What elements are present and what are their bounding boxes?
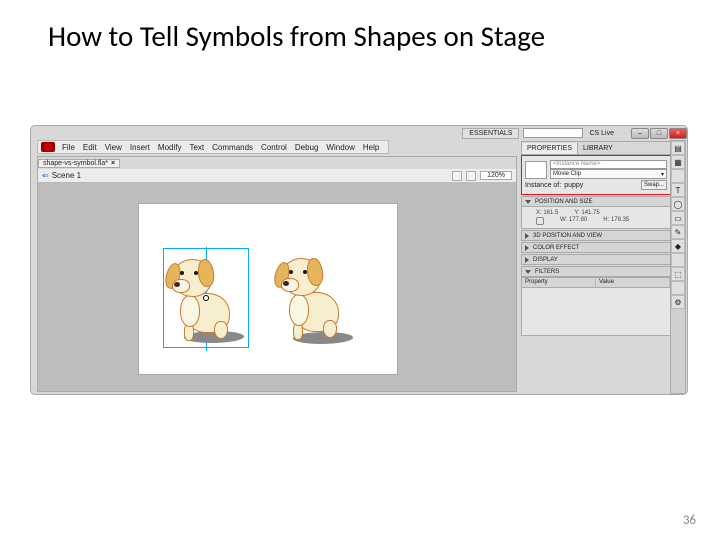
- tab-properties[interactable]: PROPERTIES: [522, 143, 578, 154]
- workspace-switcher[interactable]: ESSENTIALS: [462, 128, 519, 139]
- menu-text[interactable]: Text: [185, 143, 208, 152]
- stage[interactable]: [138, 203, 398, 375]
- edit-symbol-icon[interactable]: [466, 171, 476, 181]
- scene-label[interactable]: Scene 1: [52, 171, 81, 180]
- menu-commands[interactable]: Commands: [208, 143, 257, 152]
- menu-window[interactable]: Window: [322, 143, 358, 152]
- prop-h[interactable]: H: 178.35: [603, 217, 629, 225]
- menu-control[interactable]: Control: [257, 143, 291, 152]
- edit-scene-icon[interactable]: [452, 171, 462, 181]
- tool-pencil[interactable]: ✎: [671, 225, 685, 239]
- section-display[interactable]: DISPLAY: [521, 254, 671, 265]
- menu-help[interactable]: Help: [359, 143, 383, 152]
- tools-panel: ▤ ▦ T ◯ ▭ ✎ ◆ ⬚ ⚙: [670, 140, 686, 394]
- close-button[interactable]: ×: [669, 128, 687, 139]
- tool-brush[interactable]: ◆: [671, 239, 685, 253]
- swap-button[interactable]: Swap...: [641, 180, 667, 190]
- panel-tabs: PROPERTIES LIBRARY: [521, 141, 671, 155]
- tool-paint-bucket[interactable]: [671, 281, 685, 295]
- section-filters[interactable]: FILTERS: [521, 266, 671, 277]
- tool-bone[interactable]: ⬚: [671, 267, 685, 281]
- tool-text[interactable]: T: [671, 183, 685, 197]
- back-icon[interactable]: ⇐: [42, 171, 49, 180]
- slide-title: How to Tell Symbols from Shapes on Stage: [0, 0, 720, 54]
- document-tab[interactable]: shape-vs-symbol.fla* ×: [38, 159, 120, 168]
- symbol-type-dropdown[interactable]: Movie Clip▾: [550, 169, 667, 179]
- instance-of-label: Instance of:: [525, 182, 561, 189]
- menu-edit[interactable]: Edit: [79, 143, 101, 152]
- tool-deco[interactable]: [671, 253, 685, 267]
- menu-modify[interactable]: Modify: [154, 143, 186, 152]
- edit-bar: ⇐ Scene 1 120%: [38, 169, 516, 183]
- menu-insert[interactable]: Insert: [126, 143, 154, 152]
- instance-info-section: <Instance Name> Movie Clip▾ Instance of:…: [521, 155, 671, 195]
- prop-w[interactable]: W: 177.80: [560, 217, 587, 225]
- menu-debug[interactable]: Debug: [291, 143, 323, 152]
- lock-aspect-icon[interactable]: [536, 217, 544, 225]
- shape-on-stage[interactable]: [273, 248, 359, 348]
- titlebar: ESSENTIALS CS Live – □ ×: [462, 126, 687, 140]
- tool-selection[interactable]: ▤: [671, 141, 685, 155]
- registration-point-icon: [203, 295, 209, 301]
- tool-free-transform[interactable]: [671, 169, 685, 183]
- cs-live-button[interactable]: CS Live: [589, 130, 614, 137]
- flash-app-window: ESSENTIALS CS Live – □ × File Edit View …: [30, 125, 688, 395]
- section-color-effect[interactable]: COLOR EFFECT: [521, 242, 671, 253]
- section-3d[interactable]: 3D POSITION AND VIEW: [521, 230, 671, 241]
- symbol-instance-selected[interactable]: [163, 248, 249, 348]
- menu-bar: File Edit View Insert Modify Text Comman…: [37, 140, 389, 154]
- page-number: 36: [683, 513, 696, 528]
- menu-file[interactable]: File: [58, 143, 79, 152]
- instance-of-value: puppy: [564, 182, 583, 189]
- filters-table-header: PropertyValue: [521, 277, 671, 288]
- tool-subselection[interactable]: ▦: [671, 155, 685, 169]
- instance-name-input[interactable]: <Instance Name>: [550, 160, 667, 169]
- tool-rectangle[interactable]: ▭: [671, 211, 685, 225]
- prop-y[interactable]: Y: 141.75: [574, 210, 599, 216]
- instance-thumbnail-icon: [525, 161, 547, 179]
- stage-pasteboard[interactable]: [38, 183, 516, 391]
- section-position-size[interactable]: POSITION AND SIZE: [521, 196, 671, 207]
- close-tab-icon[interactable]: ×: [111, 160, 115, 167]
- maximize-button[interactable]: □: [650, 128, 668, 139]
- prop-x[interactable]: X: 161.5: [536, 210, 558, 216]
- document-area: shape-vs-symbol.fla* × ⇐ Scene 1 120%: [37, 156, 517, 392]
- tab-library[interactable]: LIBRARY: [578, 143, 618, 154]
- tool-oval[interactable]: ◯: [671, 197, 685, 211]
- search-input[interactable]: [523, 128, 583, 138]
- zoom-dropdown[interactable]: 120%: [480, 171, 512, 180]
- minimize-button[interactable]: –: [631, 128, 649, 139]
- document-tab-label: shape-vs-symbol.fla*: [43, 160, 108, 167]
- menu-view[interactable]: View: [101, 143, 126, 152]
- properties-panel: PROPERTIES LIBRARY <Instance Name> Movie…: [521, 141, 671, 393]
- tool-options[interactable]: ⚙: [671, 295, 685, 309]
- flash-logo-icon: [41, 142, 55, 152]
